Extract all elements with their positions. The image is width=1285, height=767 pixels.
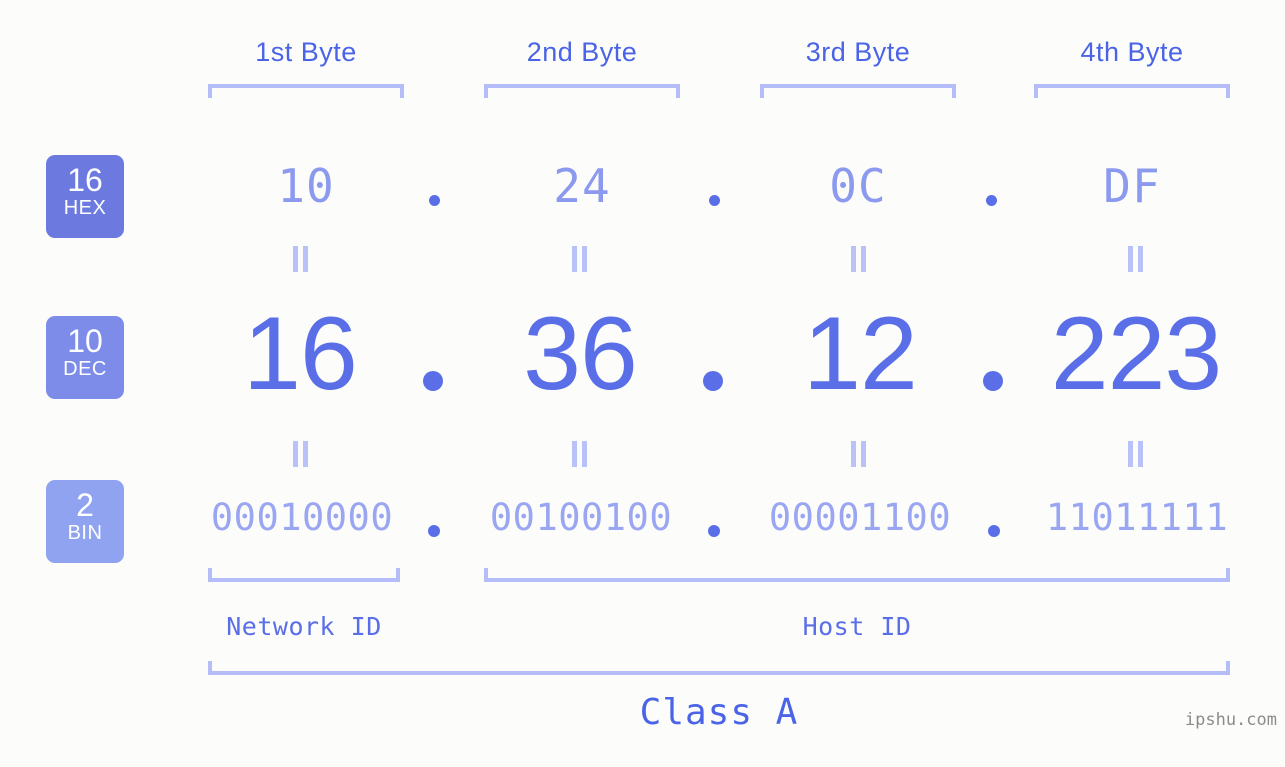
byte-bracket-1 xyxy=(208,84,404,98)
base-badge-hex-number: 16 xyxy=(67,162,103,198)
dec-separator-dot-3 xyxy=(983,371,1003,391)
equals-mark-dec-bin-2 xyxy=(571,441,588,467)
hex-separator-dot-1 xyxy=(429,195,440,206)
base-badge-bin: 2 BIN xyxy=(46,480,124,563)
equals-mark-dec-bin-1 xyxy=(292,441,309,467)
hex-byte-3: 0C xyxy=(829,159,887,213)
dec-byte-1: 16 xyxy=(243,296,358,412)
equals-mark-hex-dec-4 xyxy=(1127,246,1144,272)
hex-byte-1: 10 xyxy=(277,159,335,213)
bin-byte-1: 00010000 xyxy=(210,496,394,539)
byte-bracket-3 xyxy=(760,84,956,98)
base-badge-hex: 16 HEX xyxy=(46,155,124,238)
network-id-bracket xyxy=(208,568,400,582)
equals-mark-hex-dec-3 xyxy=(850,246,867,272)
bin-separator-dot-3 xyxy=(988,525,1000,537)
host-id-bracket xyxy=(484,568,1230,582)
dec-byte-4: 223 xyxy=(1050,296,1223,412)
bin-byte-3: 00001100 xyxy=(768,496,952,539)
dec-separator-dot-2 xyxy=(703,371,723,391)
equals-mark-hex-dec-2 xyxy=(571,246,588,272)
bin-value-row: 00010000 00100100 00001100 11011111 xyxy=(150,497,1285,543)
base-badge-bin-number: 2 xyxy=(76,487,94,523)
ip-address-diagram: 1st Byte 2nd Byte 3rd Byte 4th Byte 16 H… xyxy=(0,0,1285,767)
dec-value-row: 16 36 12 223 xyxy=(150,298,1285,418)
dec-byte-2: 36 xyxy=(523,296,638,412)
byte-header-2: 2nd Byte xyxy=(526,37,638,67)
dec-byte-3: 12 xyxy=(803,296,918,412)
byte-header-4: 4th Byte xyxy=(1080,37,1184,67)
base-badge-dec-label: DEC xyxy=(63,358,107,380)
hex-separator-dot-2 xyxy=(709,195,720,206)
site-watermark: ipshu.com xyxy=(1184,710,1277,730)
bin-byte-4: 11011111 xyxy=(1045,496,1229,539)
equals-mark-dec-bin-3 xyxy=(850,441,867,467)
equals-mark-dec-bin-4 xyxy=(1127,441,1144,467)
network-id-label: Network ID xyxy=(226,612,382,641)
hex-byte-2: 24 xyxy=(553,159,611,213)
bin-separator-dot-1 xyxy=(428,525,440,537)
host-id-label: Host ID xyxy=(802,612,912,641)
base-badge-dec: 10 DEC xyxy=(46,316,124,399)
class-bracket xyxy=(208,661,1230,675)
byte-bracket-4 xyxy=(1034,84,1230,98)
equals-mark-hex-dec-1 xyxy=(292,246,309,272)
hex-value-row: 10 24 0C DF xyxy=(150,160,1285,216)
dec-separator-dot-1 xyxy=(423,371,443,391)
hex-byte-4: DF xyxy=(1103,159,1161,213)
bin-byte-2: 00100100 xyxy=(489,496,673,539)
hex-separator-dot-3 xyxy=(986,195,997,206)
byte-bracket-2 xyxy=(484,84,680,98)
base-badge-hex-label: HEX xyxy=(63,197,107,219)
bin-separator-dot-2 xyxy=(708,525,720,537)
class-label: Class A xyxy=(639,692,799,733)
base-badge-dec-number: 10 xyxy=(67,323,103,359)
base-badge-bin-label: BIN xyxy=(67,522,103,544)
byte-header-1: 1st Byte xyxy=(255,37,357,67)
byte-header-3: 3rd Byte xyxy=(805,37,911,67)
